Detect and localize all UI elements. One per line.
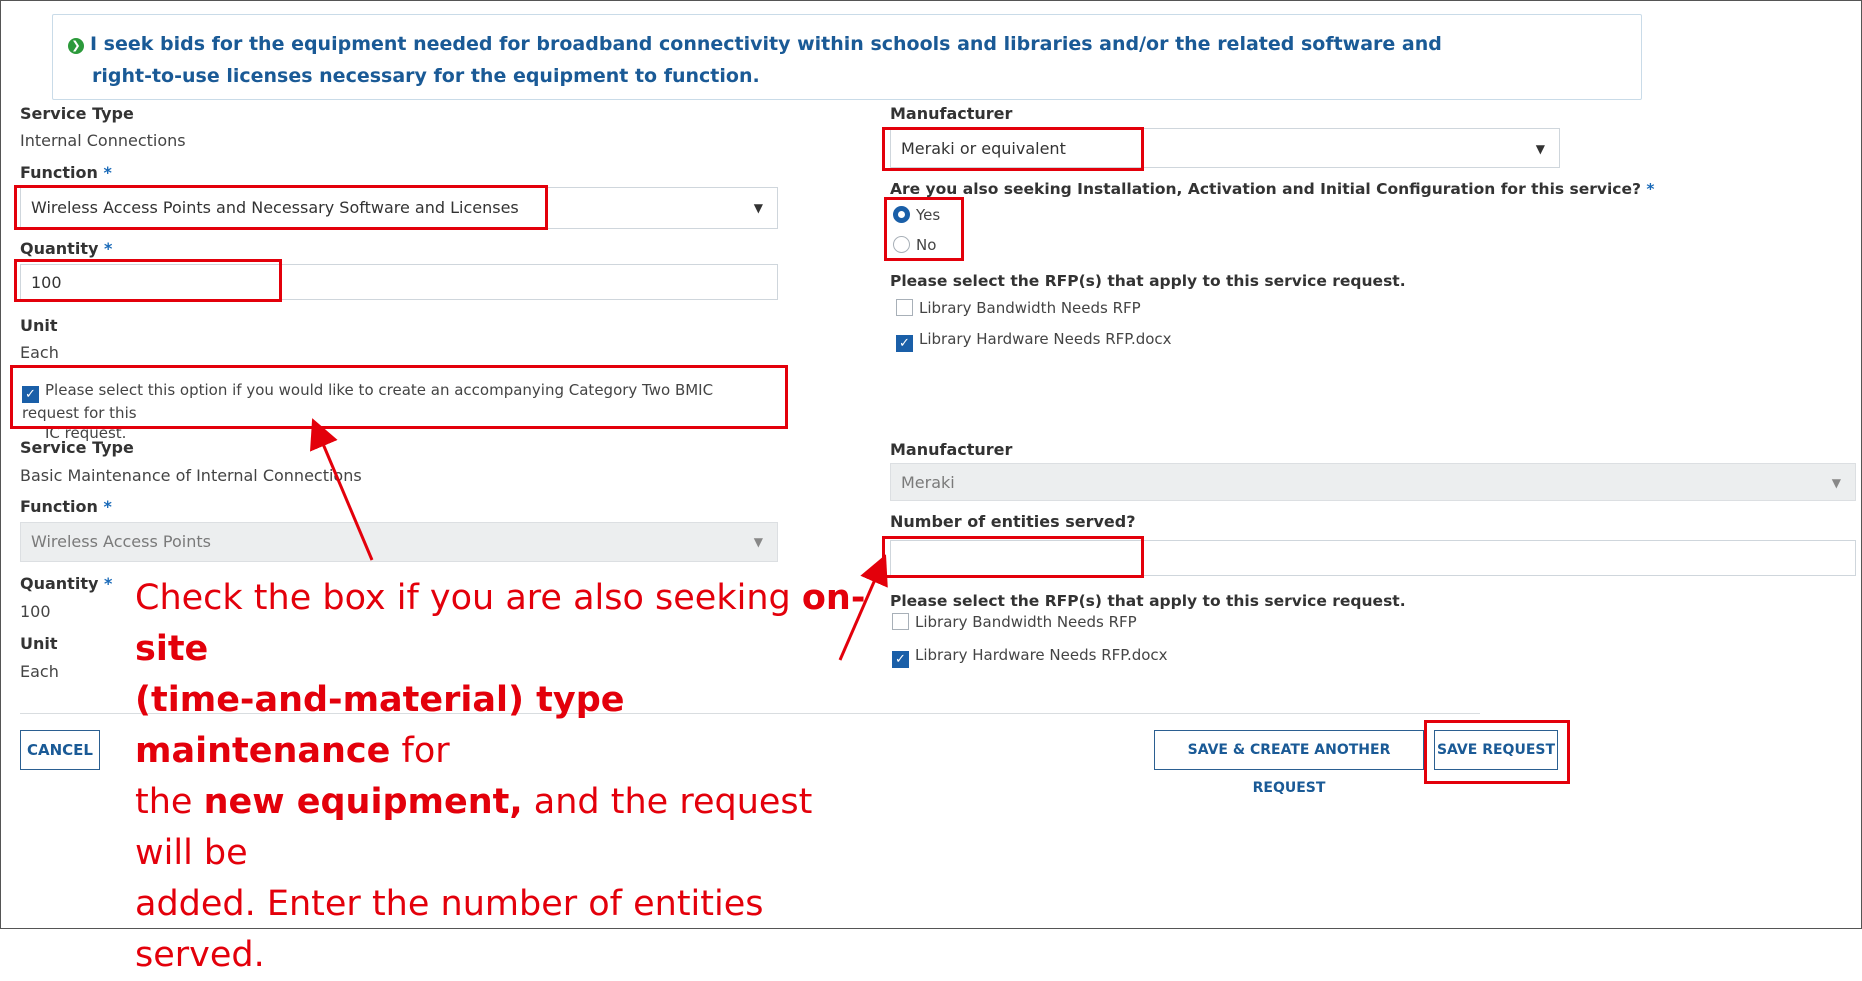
callout-arrows [310, 418, 888, 661]
arrow-to-entities [838, 554, 888, 661]
highlight-save-request [1424, 720, 1570, 784]
arrow-to-bmic-option [310, 418, 374, 561]
save-create-another-button[interactable]: SAVE & CREATE ANOTHER REQUEST [1154, 730, 1424, 796]
cancel-button[interactable]: CANCEL [20, 730, 100, 770]
